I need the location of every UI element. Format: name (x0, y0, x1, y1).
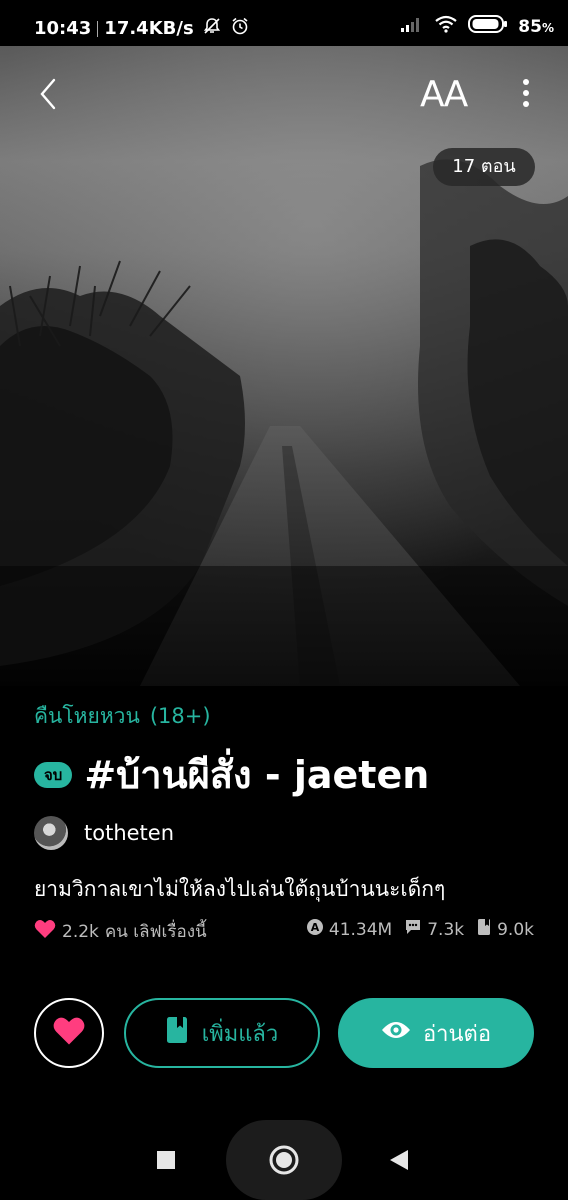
font-size-icon: AA (420, 74, 468, 115)
heart-icon (34, 919, 56, 944)
battery-icon (468, 14, 508, 39)
eye-icon (381, 1019, 411, 1047)
circle-home-icon (268, 1145, 300, 1180)
author-name[interactable]: totheten (84, 821, 174, 845)
recents-button[interactable] (156, 1150, 176, 1174)
love-button[interactable] (34, 998, 104, 1068)
heart-icon (52, 1016, 86, 1050)
battery-level: 85% (518, 16, 554, 37)
episode-count-badge: 17 ตอน (433, 148, 535, 186)
story-description: ยามวิกาลเขาไม่ให้ลงไปเล่นใต้ถุนบ้านนะเด็… (34, 877, 446, 901)
network-speed: 17.4KB/s (104, 18, 194, 39)
likes-summary: 2.2k คน เลิฟเรื่องนี้ (34, 918, 207, 945)
status-divider (97, 20, 99, 37)
system-nav-bar (0, 1118, 568, 1200)
story-title: #บ้านผีสั่ง - jaeten (84, 753, 430, 797)
story-category[interactable]: คืนโหยหวน (18+) (34, 700, 211, 733)
comments-stat: 7.3k (404, 918, 464, 941)
added-label: เพิ่มแล้ว (201, 1021, 279, 1047)
status-time: 10:43 (34, 18, 92, 39)
comment-icon (404, 918, 422, 941)
age-rating: (18+) (149, 704, 211, 728)
title-row: จบ #บ้านผีสั่ง - jaeten (34, 744, 429, 805)
cover-image: AA (0, 46, 568, 686)
square-recents-icon (156, 1151, 176, 1174)
wifi-icon (434, 15, 458, 38)
foggy-road-illustration (0, 46, 568, 686)
book-icon (476, 918, 492, 941)
back-nav-button[interactable] (388, 1149, 410, 1175)
stats-row: 2.2k คน เลิฟเรื่องนี้ A 41.34M 7.3k 9.0k (34, 918, 534, 946)
continue-reading-button[interactable]: อ่านต่อ (338, 998, 534, 1068)
story-stats: A 41.34M 7.3k 9.0k (306, 918, 534, 941)
category-label: คืนโหยหวน (34, 704, 140, 728)
added-to-shelf-button[interactable]: เพิ่มแล้ว (124, 998, 320, 1068)
alarm-icon (230, 16, 250, 41)
author-row[interactable]: totheten (34, 816, 174, 850)
likes-count: 2.2k (62, 921, 99, 942)
bookmarks-count: 9.0k (497, 919, 534, 940)
bookmarks-stat: 9.0k (476, 918, 534, 941)
views-count: 41.34M (328, 919, 393, 940)
font-size-button[interactable]: AA (420, 74, 468, 115)
views-stat: A 41.34M (306, 918, 392, 941)
status-left: 10:43 17.4KB/s (34, 16, 250, 41)
comments-count: 7.3k (427, 919, 465, 940)
author-avatar[interactable] (34, 816, 68, 850)
mute-icon (202, 16, 222, 41)
home-button[interactable] (268, 1144, 300, 1180)
status-badge: จบ (34, 761, 73, 788)
read-label: อ่านต่อ (422, 1021, 492, 1047)
bookmark-book-icon (166, 1016, 188, 1050)
views-icon: A (306, 918, 324, 941)
svg-text:A: A (311, 921, 320, 934)
likes-text: คน เลิฟเรื่องนี้ (104, 922, 207, 942)
triangle-back-icon (388, 1150, 410, 1175)
signal-icon (400, 15, 424, 38)
status-right: 85% (400, 14, 554, 39)
